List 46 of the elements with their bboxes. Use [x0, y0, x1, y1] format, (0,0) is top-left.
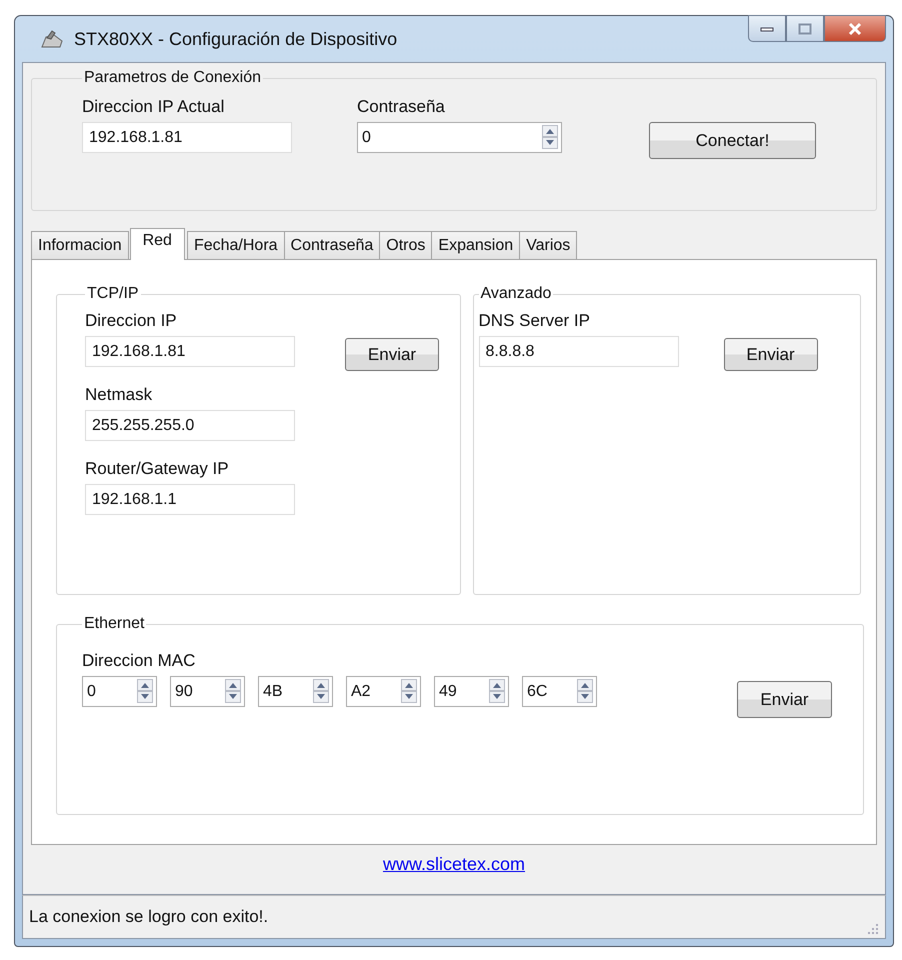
- status-text: La conexion se logro con exito!.: [29, 907, 268, 927]
- tab[interactable]: Varios: [519, 231, 578, 259]
- send-button[interactable]: Enviar: [724, 338, 818, 371]
- field-label: Netmask: [85, 385, 154, 405]
- send-button[interactable]: Enviar: [345, 338, 439, 371]
- spinner-icon[interactable]: [489, 679, 505, 703]
- ip-field[interactable]: 192.168.1.81: [82, 122, 292, 153]
- spinner-icon[interactable]: [225, 679, 241, 703]
- tab[interactable]: Fecha/Hora: [186, 231, 285, 259]
- window-title: STX80XX - Configuración de Dispositivo: [74, 28, 398, 50]
- connect-button[interactable]: Conectar!: [649, 122, 816, 159]
- maximize-icon: [798, 22, 812, 34]
- send-button[interactable]: Enviar: [737, 681, 832, 718]
- tab[interactable]: Expansion: [431, 231, 520, 259]
- minimize-button[interactable]: [748, 15, 786, 42]
- field-label: Direccion MAC: [82, 651, 196, 671]
- input-field[interactable]: 192.168.1.81: [85, 336, 295, 367]
- password-spin-field[interactable]: 0: [357, 122, 562, 153]
- spinner-icon[interactable]: [401, 679, 417, 703]
- spinner-icon[interactable]: [577, 679, 593, 703]
- field-label: Direccion IP: [85, 311, 178, 331]
- website-link[interactable]: www.slicetex.com: [382, 854, 526, 874]
- minimize-icon: [760, 26, 774, 32]
- tab[interactable]: Otros: [379, 231, 432, 259]
- group-label: Avanzado: [480, 285, 552, 303]
- group-label: Ethernet: [83, 615, 146, 633]
- app-icon: [40, 29, 64, 49]
- resize-grip-icon[interactable]: [867, 923, 879, 935]
- input-field[interactable]: 192.168.1.1: [85, 484, 295, 515]
- group-label: Parametros de Conexión: [83, 69, 262, 87]
- tab[interactable]: Informacion: [31, 231, 129, 259]
- field-label: Router/Gateway IP: [85, 459, 230, 479]
- field-label: Contraseña: [357, 97, 446, 117]
- spinner-icon[interactable]: [542, 125, 558, 149]
- dns-field[interactable]: 8.8.8.8: [478, 336, 679, 367]
- tab[interactable]: Red: [130, 228, 185, 260]
- spinner-icon[interactable]: [137, 679, 153, 703]
- maximize-button[interactable]: [786, 15, 824, 42]
- close-icon: [847, 22, 863, 36]
- tab[interactable]: Contraseña: [284, 231, 380, 259]
- field-label: Direccion IP Actual: [82, 97, 226, 117]
- close-button[interactable]: [824, 15, 886, 42]
- spinner-icon[interactable]: [313, 679, 329, 703]
- input-field[interactable]: 255.255.255.0: [85, 410, 295, 441]
- field-label: DNS Server IP: [478, 311, 591, 331]
- group-label: TCP/IP: [86, 285, 140, 303]
